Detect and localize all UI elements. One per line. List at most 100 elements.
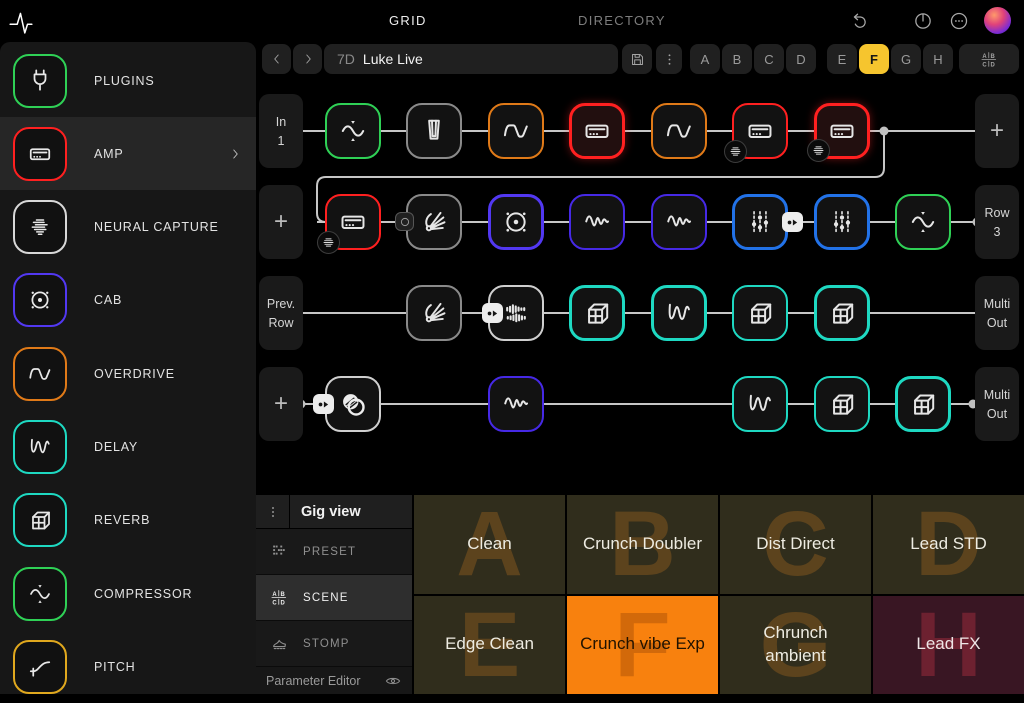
label-line: + [274, 208, 288, 236]
prev-row-label[interactable]: Prev.Row [259, 276, 303, 350]
amp-icon [580, 114, 614, 148]
reverb-icon [743, 296, 777, 330]
eq-block[interactable] [814, 194, 870, 250]
scene-cell-a[interactable]: AClean [414, 495, 565, 594]
neural-capture-badge [807, 139, 830, 162]
overdrive-icon [662, 114, 696, 148]
avatar[interactable] [984, 7, 1011, 34]
spring-block[interactable] [406, 285, 462, 341]
sidebar-item-pitch[interactable]: PITCH [0, 630, 256, 703]
amp-block[interactable] [325, 194, 381, 250]
compressor-icon [906, 205, 940, 239]
multi-out-block[interactable]: MultiOut [975, 367, 1019, 441]
scene-cell-h[interactable]: HLead FX [873, 596, 1024, 695]
eq-icon [825, 205, 859, 239]
label-line: Multi [984, 388, 1010, 402]
parameter-editor-label: Parameter Editor [266, 674, 360, 688]
scene-cell-f[interactable]: FCrunch vibe Exp [567, 596, 718, 695]
tab-grid[interactable]: GRID [389, 0, 427, 42]
compressor-block[interactable] [325, 103, 381, 159]
plug-icon [25, 66, 55, 96]
spring-icon [417, 205, 451, 239]
scene-cell-b[interactable]: BCrunch Doubler [567, 495, 718, 594]
overdrive-block[interactable] [488, 103, 544, 159]
input-1-block[interactable]: In1 [259, 94, 303, 168]
overdrive-icon [25, 359, 55, 389]
scene-cell-d[interactable]: DLead STD [873, 495, 1024, 594]
reverb-block[interactable] [895, 376, 951, 432]
more-button[interactable] [946, 8, 972, 34]
undo-button[interactable] [846, 8, 872, 34]
add-block-button[interactable]: + [259, 185, 303, 259]
scene-cell-c[interactable]: CDist Direct [720, 495, 871, 594]
reverb-icon [825, 387, 859, 421]
reverb-block[interactable] [814, 285, 870, 341]
gig-menu-stomp[interactable]: STOMP [256, 621, 412, 667]
bypass-node[interactable] [395, 212, 414, 231]
row-3-jump-label[interactable]: Row3 [975, 185, 1019, 259]
scene-name: Chrunch ambient [720, 622, 871, 668]
scene-cell-g[interactable]: GChrunch ambient [720, 596, 871, 695]
reverb-block[interactable] [814, 376, 870, 432]
sidebar-item-neural-capture[interactable]: NEURAL CAPTURE [0, 191, 256, 264]
top-bar: GRID DIRECTORY [0, 0, 1024, 42]
wave-block[interactable] [651, 194, 707, 250]
gig-view-kebab-button[interactable] [256, 495, 290, 528]
sidebar-item-label: OVERDRIVE [94, 367, 175, 381]
tab-directory[interactable]: DIRECTORY [578, 0, 666, 42]
scene-name: Crunch vibe Exp [568, 633, 717, 656]
eq-block[interactable] [732, 194, 788, 250]
add-block-button[interactable]: + [975, 94, 1019, 168]
wave-block[interactable] [488, 376, 544, 432]
compressor-block[interactable] [895, 194, 951, 250]
splitter-node[interactable] [782, 212, 803, 232]
gig-menu-scene[interactable]: ABCDSCENE [256, 575, 412, 621]
reverb-block[interactable] [732, 285, 788, 341]
sidebar-item-cab[interactable]: CAB [0, 264, 256, 337]
scene-cell-e[interactable]: EEdge Clean [414, 596, 565, 695]
spring-block[interactable] [406, 194, 462, 250]
splitter-node[interactable] [313, 394, 334, 414]
delay-icon [743, 387, 777, 421]
preset-grid-icon [270, 542, 289, 561]
sidebar-item-plugins[interactable]: PLUGINS [0, 44, 256, 117]
scene-name: Dist Direct [744, 533, 846, 556]
sidebar-item-overdrive[interactable]: OVERDRIVE [0, 337, 256, 410]
reverb-block[interactable] [569, 285, 625, 341]
label-line: 1 [278, 134, 285, 148]
label-line: Prev. [267, 297, 295, 311]
sidebar-item-compressor[interactable]: COMPRESSOR [0, 557, 256, 630]
cab-icon [25, 285, 55, 315]
gate-block[interactable] [406, 103, 462, 159]
sidebar-item-label: DELAY [94, 440, 138, 454]
amp-block[interactable] [569, 103, 625, 159]
amp-block[interactable] [732, 103, 788, 159]
svg-text:A: A [272, 592, 277, 598]
reverb-icon [906, 387, 940, 421]
delay-block[interactable] [651, 285, 707, 341]
label-line: + [990, 117, 1004, 145]
tempo-knob-button[interactable] [910, 8, 936, 34]
reverb-icon [825, 296, 859, 330]
sidebar-item-delay[interactable]: DELAY [0, 411, 256, 484]
parameter-editor-button[interactable]: Parameter Editor [256, 667, 412, 694]
overdrive-block[interactable] [651, 103, 707, 159]
splitter-node[interactable] [482, 303, 503, 323]
gig-view-menu: Gig view PRESETABCDSCENESTOMPParameter E… [256, 495, 412, 694]
scene-name: Edge Clean [433, 633, 546, 656]
amp-block[interactable] [814, 103, 870, 159]
delay-block[interactable] [732, 376, 788, 432]
wave-icon [662, 205, 696, 239]
wave-block[interactable] [569, 194, 625, 250]
scene-name: Lead STD [898, 533, 999, 556]
add-block-button[interactable]: + [259, 367, 303, 441]
multi-out-block[interactable]: MultiOut [975, 276, 1019, 350]
kebab-icon [265, 504, 281, 520]
gig-menu-preset[interactable]: PRESET [256, 529, 412, 575]
sidebar-item-reverb[interactable]: REVERB [0, 484, 256, 557]
cab-block[interactable] [488, 194, 544, 250]
scene-grid: ACleanBCrunch DoublerCDist DirectDLead S… [414, 495, 1024, 694]
more-ellipsis-icon [948, 10, 970, 32]
sidebar-item-label: REVERB [94, 513, 150, 527]
sidebar-item-amp[interactable]: AMP [0, 117, 256, 190]
